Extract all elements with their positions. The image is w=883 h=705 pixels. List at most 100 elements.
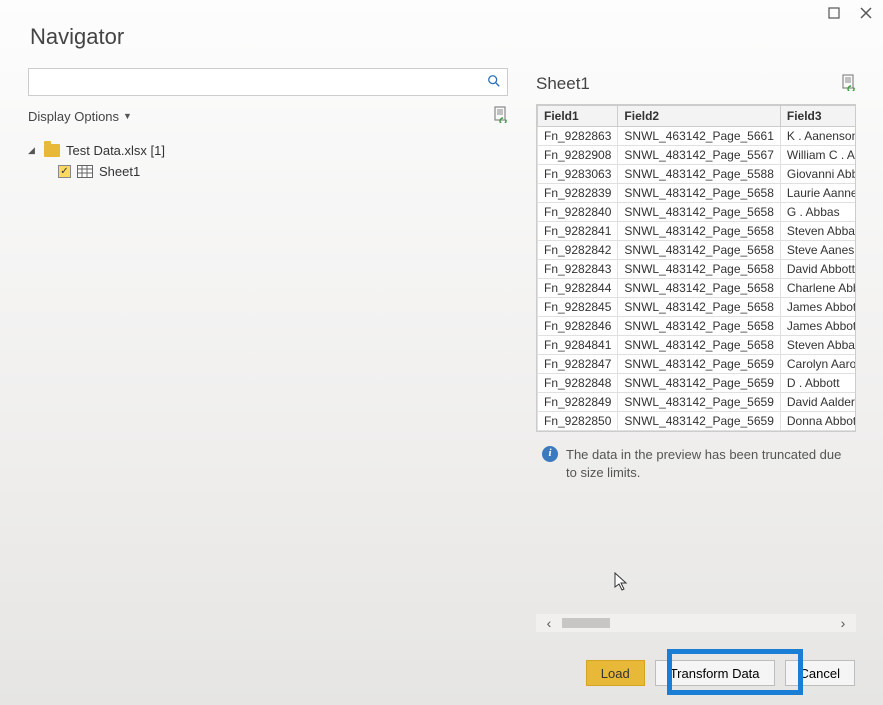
preview-pane: Sheet1 Field1 Field2 Field3 Fn_9282863SN… [536,74,856,482]
table-cell: Fn_9282863 [538,127,618,146]
chevron-down-icon: ▼ [123,111,132,121]
refresh-icon[interactable] [493,106,508,126]
preview-title: Sheet1 [536,74,590,94]
table-row[interactable]: Fn_9282845SNWL_483142_Page_5658James Abb… [538,298,857,317]
table-cell: SNWL_483142_Page_5658 [618,336,780,355]
table-cell: Fn_9282844 [538,279,618,298]
page-title: Navigator [30,24,124,50]
truncation-notice: i The data in the preview has been trunc… [536,446,856,482]
table-cell: SNWL_483142_Page_5659 [618,393,780,412]
table-cell: James Abbott [780,317,856,336]
maximize-button[interactable] [827,6,841,20]
tree-file-label: Test Data.xlsx [1] [66,143,165,158]
table-cell: Fn_9282841 [538,222,618,241]
table-cell: Laurie Aanner [780,184,856,203]
table-cell: Fn_9282908 [538,146,618,165]
info-icon: i [542,446,558,462]
table-cell: Fn_9282846 [538,317,618,336]
table-cell: SNWL_483142_Page_5659 [618,412,780,431]
search-box[interactable] [28,68,508,96]
truncation-text: The data in the preview has been truncat… [566,446,850,482]
tree-file-node[interactable]: ◢ Test Data.xlsx [1] [28,140,508,161]
table-cell: G . Abbas [780,203,856,222]
table-cell: SNWL_483142_Page_5658 [618,222,780,241]
folder-icon [44,144,60,157]
search-icon[interactable] [487,74,501,91]
table-row[interactable]: Fn_9282840SNWL_483142_Page_5658G . Abbas [538,203,857,222]
tree-sheet-label: Sheet1 [99,164,140,179]
preview-refresh-icon[interactable] [841,74,856,94]
scroll-track[interactable] [562,618,830,628]
table-cell: Fn_9282843 [538,260,618,279]
display-options-dropdown[interactable]: Display Options ▼ [28,109,132,124]
table-cell: Fn_9282845 [538,298,618,317]
column-header[interactable]: Field3 [780,106,856,127]
cursor-icon [614,572,630,597]
table-row[interactable]: Fn_9282850SNWL_483142_Page_5659Donna Abb… [538,412,857,431]
table-cell: David Aalders [780,393,856,412]
tree-sheet-node[interactable]: ✓ Sheet1 [28,161,508,182]
table-row[interactable]: Fn_9282908SNWL_483142_Page_5567William C… [538,146,857,165]
table-row[interactable]: Fn_9282841SNWL_483142_Page_5658Steven Ab… [538,222,857,241]
table-cell: Fn_9282850 [538,412,618,431]
table-cell: Fn_9282847 [538,355,618,374]
navigator-tree: ◢ Test Data.xlsx [1] ✓ Sheet1 [28,140,508,182]
table-row[interactable]: Fn_9282847SNWL_483142_Page_5659Carolyn A… [538,355,857,374]
table-cell: SNWL_483142_Page_5567 [618,146,780,165]
table-cell: SNWL_483142_Page_5658 [618,203,780,222]
sheet-checkbox[interactable]: ✓ [58,165,71,178]
table-cell: Charlene Abbo [780,279,856,298]
scroll-thumb[interactable] [562,618,610,628]
search-input[interactable] [35,75,487,90]
cancel-button[interactable]: Cancel [785,660,855,686]
table-cell: Donna Abbott [780,412,856,431]
table-cell: SNWL_483142_Page_5658 [618,279,780,298]
preview-table[interactable]: Field1 Field2 Field3 Fn_9282863SNWL_4631… [536,104,856,432]
table-row[interactable]: Fn_9282839SNWL_483142_Page_5658Laurie Aa… [538,184,857,203]
display-options-label: Display Options [28,109,119,124]
table-cell: James Abbott [780,298,856,317]
table-cell: Carolyn Aaron [780,355,856,374]
table-row[interactable]: Fn_9282844SNWL_483142_Page_5658Charlene … [538,279,857,298]
table-cell: Fn_9282840 [538,203,618,222]
table-cell: SNWL_483142_Page_5659 [618,355,780,374]
table-row[interactable]: Fn_9282843SNWL_483142_Page_5658David Abb… [538,260,857,279]
table-cell: David Abbott [780,260,856,279]
table-row[interactable]: Fn_9282846SNWL_483142_Page_5658James Abb… [538,317,857,336]
column-header[interactable]: Field2 [618,106,780,127]
transform-data-button[interactable]: Transform Data [655,660,775,686]
table-cell: Steven Abbas [780,222,856,241]
collapse-icon[interactable]: ◢ [28,145,38,156]
horizontal-scrollbar[interactable]: ‹ › [536,614,856,632]
table-cell: SNWL_483142_Page_5658 [618,260,780,279]
table-cell: SNWL_483142_Page_5658 [618,298,780,317]
table-cell: D . Abbott [780,374,856,393]
table-cell: William C . Aar [780,146,856,165]
table-icon [77,165,93,178]
table-cell: Fn_9282849 [538,393,618,412]
table-cell: Fn_9283063 [538,165,618,184]
table-cell: SNWL_483142_Page_5658 [618,241,780,260]
table-row[interactable]: Fn_9282863SNWL_463142_Page_5661K . Aanen… [538,127,857,146]
table-cell: SNWL_483142_Page_5658 [618,317,780,336]
table-row[interactable]: Fn_9282842SNWL_483142_Page_5658Steve Aan… [538,241,857,260]
table-row[interactable]: Fn_9282848SNWL_483142_Page_5659D . Abbot… [538,374,857,393]
table-row[interactable]: Fn_9282849SNWL_483142_Page_5659David Aal… [538,393,857,412]
table-cell: Fn_9282842 [538,241,618,260]
table-cell: SNWL_483142_Page_5659 [618,374,780,393]
table-cell: Steve Aanes [780,241,856,260]
load-button[interactable]: Load [586,660,645,686]
table-cell: Fn_9284841 [538,336,618,355]
table-cell: SNWL_463142_Page_5661 [618,127,780,146]
close-button[interactable] [859,6,873,20]
scroll-right-icon[interactable]: › [834,615,852,631]
table-cell: SNWL_483142_Page_5588 [618,165,780,184]
table-cell: Giovanni Abbo [780,165,856,184]
table-row[interactable]: Fn_9284841SNWL_483142_Page_5658Steven Ab… [538,336,857,355]
column-header[interactable]: Field1 [538,106,618,127]
table-cell: K . Aanenson [780,127,856,146]
scroll-left-icon[interactable]: ‹ [540,615,558,631]
table-cell: Steven Abbas [780,336,856,355]
table-row[interactable]: Fn_9283063SNWL_483142_Page_5588Giovanni … [538,165,857,184]
table-cell: SNWL_483142_Page_5658 [618,184,780,203]
